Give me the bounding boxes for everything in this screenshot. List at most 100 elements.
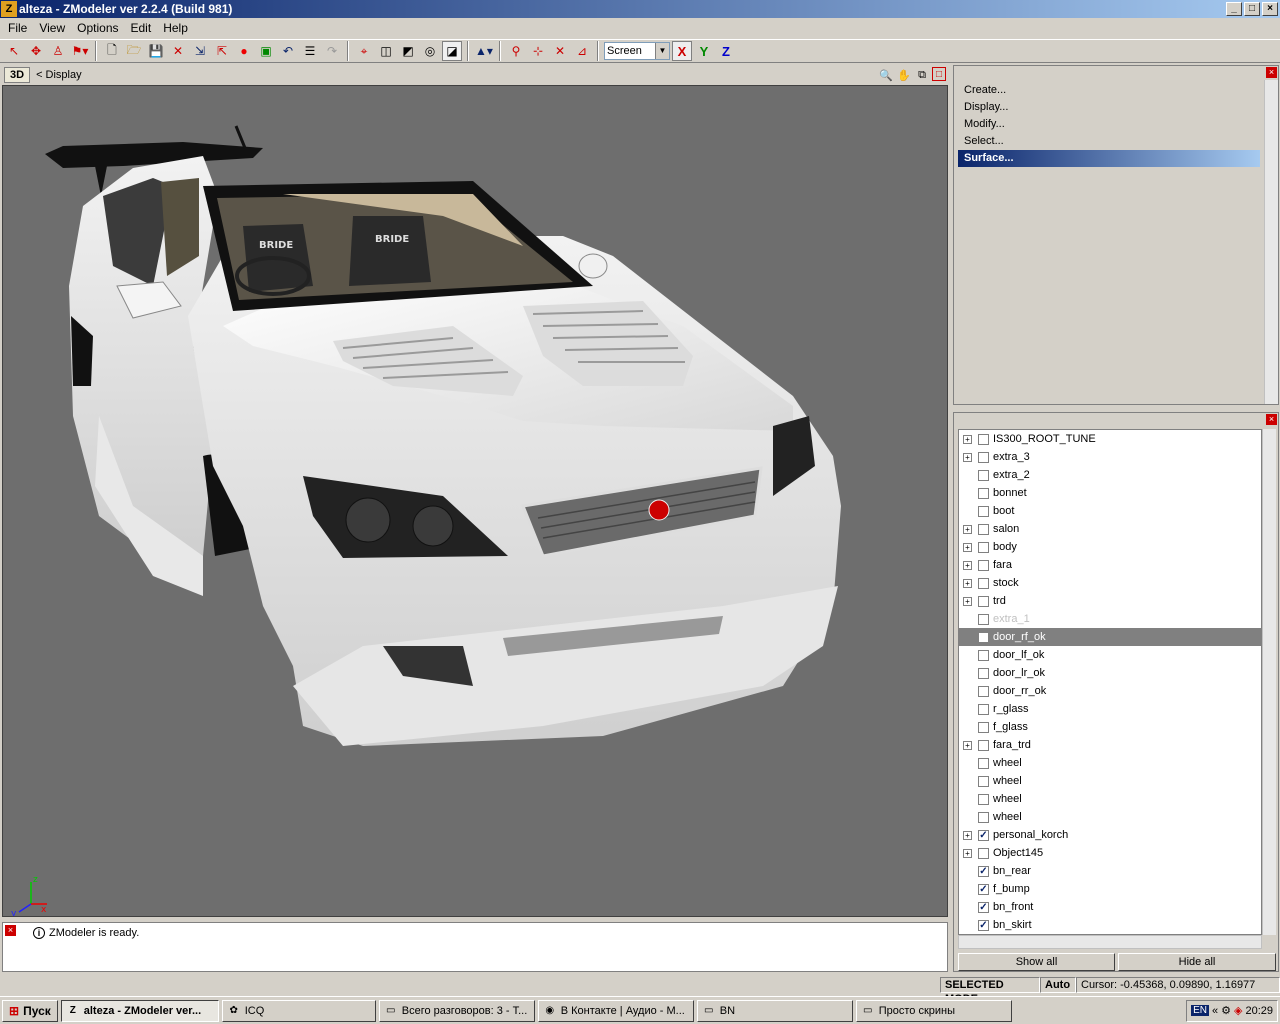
visibility-checkbox[interactable] bbox=[978, 703, 989, 715]
expand-plus-icon[interactable]: + bbox=[963, 740, 972, 750]
command-scrollbar[interactable] bbox=[1264, 80, 1278, 404]
tree-row[interactable]: + ✓ personal_korch bbox=[959, 826, 1261, 844]
maximize-button[interactable]: □ bbox=[1244, 2, 1260, 16]
menu-file[interactable]: File bbox=[2, 21, 33, 35]
tree-row[interactable]: door_rf_ok bbox=[959, 628, 1261, 646]
visibility-checkbox[interactable] bbox=[978, 469, 989, 481]
edge-mode-icon[interactable]: ◫ bbox=[376, 41, 396, 61]
start-button[interactable]: ⊞ Пуск bbox=[2, 999, 58, 1022]
command-display[interactable]: Display... bbox=[958, 99, 1260, 116]
axis-z-button[interactable]: Z bbox=[716, 41, 736, 61]
antivirus-icon[interactable]: ◈ bbox=[1234, 1004, 1242, 1017]
open-file-icon[interactable]: 🗁 bbox=[124, 41, 144, 61]
visibility-checkbox[interactable] bbox=[978, 757, 989, 769]
tree-row[interactable]: boot bbox=[959, 502, 1261, 520]
expand-plus-icon[interactable]: + bbox=[963, 524, 972, 534]
tree-row[interactable]: door_lr_ok bbox=[959, 664, 1261, 682]
visibility-checkbox[interactable] bbox=[978, 559, 989, 571]
tree-row[interactable]: + IS300_ROOT_TUNE bbox=[959, 430, 1261, 448]
record-icon[interactable]: ● bbox=[234, 41, 254, 61]
tree-scrollbar[interactable] bbox=[1262, 429, 1276, 935]
3d-viewport[interactable]: BRIDE BRIDE z x y bbox=[2, 85, 948, 917]
visibility-checkbox[interactable]: ✓ bbox=[978, 883, 989, 895]
tree-row[interactable]: r_glass bbox=[959, 700, 1261, 718]
visibility-checkbox[interactable] bbox=[978, 487, 989, 499]
command-surface[interactable]: Surface... bbox=[958, 150, 1260, 167]
minimize-button[interactable]: _ bbox=[1226, 2, 1242, 16]
object-mode-icon[interactable]: ◎ bbox=[420, 41, 440, 61]
visibility-checkbox[interactable] bbox=[978, 523, 989, 535]
tree-row[interactable]: + fara bbox=[959, 556, 1261, 574]
command-select[interactable]: Select... bbox=[958, 133, 1260, 150]
visibility-checkbox[interactable] bbox=[978, 775, 989, 787]
tree-row[interactable]: extra_2 bbox=[959, 466, 1261, 484]
viewport-path[interactable]: < Display bbox=[36, 69, 82, 81]
close-icon[interactable]: × bbox=[1266, 414, 1277, 425]
move-tool-icon[interactable]: ✥ bbox=[26, 41, 46, 61]
visibility-checkbox[interactable] bbox=[978, 451, 989, 463]
tree-row[interactable]: + trd bbox=[959, 592, 1261, 610]
visibility-checkbox[interactable] bbox=[978, 631, 989, 643]
show-all-button[interactable]: Show all bbox=[958, 953, 1115, 971]
command-modify[interactable]: Modify... bbox=[958, 116, 1260, 133]
taskbar-task[interactable]: ▭ BN bbox=[696, 999, 853, 1022]
object-select-mode-icon[interactable]: ◪ bbox=[442, 41, 462, 61]
tree-row[interactable]: extra_1 bbox=[959, 610, 1261, 628]
tree-row[interactable]: door_rr_ok bbox=[959, 682, 1261, 700]
axis-cross-icon[interactable]: ✕ bbox=[550, 41, 570, 61]
coordinate-mode-select[interactable]: Screen ▼ bbox=[604, 42, 670, 60]
axis-lock-icon[interactable]: ⊹ bbox=[528, 41, 548, 61]
expand-plus-icon[interactable]: + bbox=[963, 452, 972, 462]
tree-row[interactable]: wheel bbox=[959, 790, 1261, 808]
tree-row[interactable]: bonnet bbox=[959, 484, 1261, 502]
redo-icon[interactable]: ↷ bbox=[322, 41, 342, 61]
pan-hand-icon[interactable]: ✋ bbox=[896, 67, 912, 83]
close-icon[interactable]: × bbox=[1266, 67, 1277, 78]
axis-y-button[interactable]: Y bbox=[694, 41, 714, 61]
visibility-checkbox[interactable] bbox=[978, 721, 989, 733]
tree-row[interactable]: wheel bbox=[959, 754, 1261, 772]
menu-options[interactable]: Options bbox=[71, 21, 124, 35]
tree-row[interactable]: + body bbox=[959, 538, 1261, 556]
visibility-checkbox[interactable] bbox=[978, 793, 989, 805]
visibility-checkbox[interactable] bbox=[978, 811, 989, 823]
fit-view-icon[interactable]: ⧉ bbox=[914, 67, 930, 83]
viewport-close-icon[interactable]: □ bbox=[932, 67, 946, 81]
network-icon[interactable]: ⚙ bbox=[1221, 1004, 1231, 1017]
visibility-checkbox[interactable] bbox=[978, 667, 989, 679]
menu-view[interactable]: View bbox=[33, 21, 71, 35]
expand-plus-icon[interactable]: + bbox=[963, 434, 972, 444]
command-create[interactable]: Create... bbox=[958, 82, 1260, 99]
visibility-checkbox[interactable]: ✓ bbox=[978, 829, 989, 841]
menu-help[interactable]: Help bbox=[157, 21, 194, 35]
axis-local-icon[interactable]: ⊿ bbox=[572, 41, 592, 61]
tree-row[interactable]: ✓ bn_skirt bbox=[959, 916, 1261, 934]
menu-edit[interactable]: Edit bbox=[125, 21, 158, 35]
visibility-checkbox[interactable] bbox=[978, 541, 989, 553]
pointer-dropdown-icon[interactable]: ▲▾ bbox=[474, 41, 494, 61]
taskbar-task[interactable]: ◉ В Контакте | Аудио - M... bbox=[537, 999, 694, 1022]
expand-plus-icon[interactable]: + bbox=[963, 848, 972, 858]
language-indicator[interactable]: EN bbox=[1191, 1005, 1209, 1016]
tree-row[interactable]: ✓ f_bump bbox=[959, 880, 1261, 898]
tree-row[interactable]: + Object145 bbox=[959, 844, 1261, 862]
expand-plus-icon[interactable]: + bbox=[963, 596, 972, 606]
expand-plus-icon[interactable]: + bbox=[963, 578, 972, 588]
taskbar-task[interactable]: Zalteza - ZModeler ver... bbox=[60, 999, 219, 1022]
tree-row[interactable]: wheel bbox=[959, 808, 1261, 826]
new-file-icon[interactable]: 🗋 bbox=[102, 41, 122, 61]
tray-expand-icon[interactable]: « bbox=[1212, 1005, 1218, 1017]
visibility-checkbox[interactable] bbox=[978, 613, 989, 625]
visibility-checkbox[interactable]: ✓ bbox=[978, 901, 989, 913]
tree-row[interactable]: + stock bbox=[959, 574, 1261, 592]
visibility-checkbox[interactable] bbox=[978, 739, 989, 751]
visibility-checkbox[interactable] bbox=[978, 433, 989, 445]
notes-icon[interactable]: ☰ bbox=[300, 41, 320, 61]
zoom-icon[interactable]: 🔍 bbox=[878, 67, 894, 83]
delete-icon[interactable]: ✕ bbox=[168, 41, 188, 61]
vertex-mode-icon[interactable]: ⌖ bbox=[354, 41, 374, 61]
view-mode-button[interactable]: 3D bbox=[4, 67, 31, 83]
undo-icon[interactable]: ↶ bbox=[278, 41, 298, 61]
axis-x-button[interactable]: X bbox=[672, 41, 692, 61]
tree-row[interactable]: ✓ bn_front bbox=[959, 898, 1261, 916]
